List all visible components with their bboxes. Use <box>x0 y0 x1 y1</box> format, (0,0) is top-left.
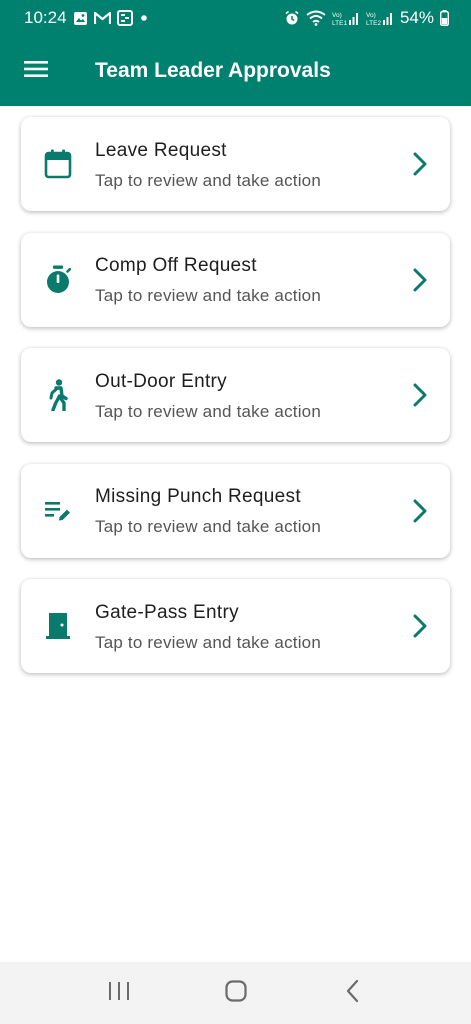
battery-icon <box>440 10 449 26</box>
stopwatch-icon <box>21 265 95 295</box>
card-subtitle: Tap to review and take action <box>95 286 321 305</box>
system-nav-bar <box>0 962 471 1024</box>
chevron-right-icon <box>390 613 450 639</box>
approval-list: Leave Request Tap to review and take act… <box>21 117 450 695</box>
chevron-right-icon <box>390 151 450 177</box>
chevron-right-icon <box>390 267 450 293</box>
battery-percent: 54% <box>399 8 434 27</box>
card-title: Leave Request <box>95 139 227 161</box>
card-text: Comp Off Request Tap to review and take … <box>95 253 390 306</box>
status-bar: 10:24 Vo) LTE1 Vo) LTE2 54% <box>0 0 471 36</box>
page-title: Team Leader Approvals <box>95 59 331 82</box>
alarm-icon <box>284 10 300 26</box>
notification-dot-icon <box>139 13 149 23</box>
card-subtitle: Tap to review and take action <box>95 517 321 536</box>
menu-icon <box>23 59 49 84</box>
recents-icon <box>107 980 131 1007</box>
chevron-right-icon <box>390 382 450 408</box>
svg-text:Vo): Vo) <box>366 12 376 19</box>
status-right: Vo) LTE1 Vo) LTE2 54% <box>284 8 449 28</box>
card-subtitle: Tap to review and take action <box>95 632 321 652</box>
home-button[interactable] <box>206 968 266 1018</box>
signal-sim2-icon: Vo) LTE2 <box>366 10 394 26</box>
card-text: Leave Request Tap to review and take act… <box>95 138 390 191</box>
back-icon <box>345 979 361 1008</box>
card-text: Missing Punch Request Tap to review and … <box>95 484 390 537</box>
card-title: Comp Off Request <box>95 255 257 276</box>
home-icon <box>224 979 248 1008</box>
svg-text:LTE1: LTE1 <box>332 20 347 26</box>
svg-text:Vo): Vo) <box>332 12 342 19</box>
card-leave-request[interactable]: Leave Request Tap to review and take act… <box>21 117 450 211</box>
card-comp-off-request[interactable]: Comp Off Request Tap to review and take … <box>21 232 450 327</box>
card-title: Gate-Pass Entry <box>95 601 239 623</box>
card-subtitle: Tap to review and take action <box>95 401 321 421</box>
gallery-icon <box>73 11 88 26</box>
svg-text:LTE2: LTE2 <box>366 20 381 26</box>
chevron-right-icon <box>390 498 450 524</box>
card-text: Out-Door Entry Tap to review and take ac… <box>95 369 390 422</box>
card-title: Out-Door Entry <box>95 370 227 392</box>
gmail-icon <box>93 11 111 25</box>
card-gate-pass-entry[interactable]: Gate-Pass Entry Tap to review and take a… <box>21 579 450 673</box>
walking-person-icon <box>21 379 95 411</box>
calendar-icon <box>21 149 95 179</box>
signal-sim1-icon: Vo) LTE1 <box>332 10 360 26</box>
app-bar: Team Leader Approvals <box>0 36 471 106</box>
card-subtitle: Tap to review and take action <box>95 170 321 190</box>
status-left: 10:24 <box>24 8 149 28</box>
edit-note-icon <box>21 499 95 523</box>
wifi-icon <box>306 10 326 26</box>
card-missing-punch-request[interactable]: Missing Punch Request Tap to review and … <box>21 463 450 558</box>
menu-button[interactable] <box>0 36 72 106</box>
card-out-door-entry[interactable]: Out-Door Entry Tap to review and take ac… <box>21 348 450 442</box>
door-icon <box>21 612 95 640</box>
card-text: Gate-Pass Entry Tap to review and take a… <box>95 600 390 653</box>
recents-button[interactable] <box>89 968 149 1018</box>
card-title: Missing Punch Request <box>95 486 301 507</box>
app-notification-icon <box>116 10 133 26</box>
status-time: 10:24 <box>24 8 67 27</box>
back-button[interactable] <box>323 968 383 1018</box>
